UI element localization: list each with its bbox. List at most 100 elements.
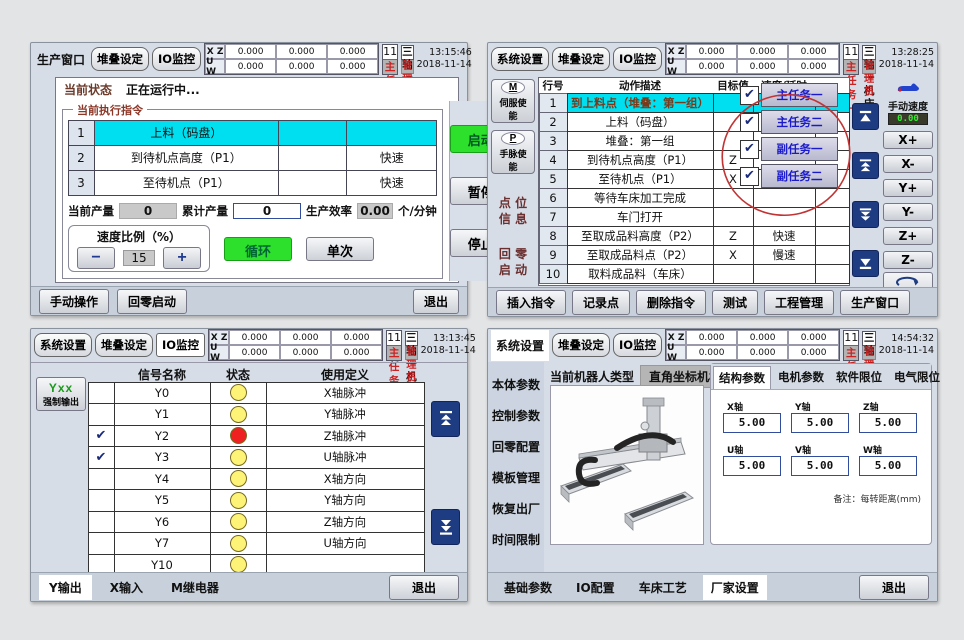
stack-settings-button[interactable]: 堆叠设定 [552,333,610,357]
z-axis-field[interactable]: 5.00 [859,413,917,433]
tab-structure-params[interactable]: 结构参数 [713,366,771,389]
task-option[interactable]: ✔ 主任务二 [740,109,838,135]
io-row[interactable]: ✔ Y3 U轴脉冲 [88,447,424,469]
exit-button[interactable]: 退出 [859,575,929,600]
checkbox-checked-icon[interactable]: ✔ [740,113,759,132]
test-button[interactable]: 测试 [712,290,758,315]
io-row[interactable]: ✔ Y2 Z轴脉冲 [88,425,424,447]
scroll-to-bottom-button[interactable] [852,250,879,277]
force-checkbox[interactable] [88,532,115,555]
home-start-button[interactable]: 回 零 启 动 [499,246,527,278]
force-output-button[interactable]: Yxx 强制输出 [36,377,86,411]
v-axis-field[interactable]: 5.00 [791,456,849,476]
speed-plus-button[interactable]: + [163,247,201,269]
handwheel-enable-button[interactable]: P 手脉使能 [491,130,535,174]
system-settings-button[interactable]: 系统设置 [34,333,92,357]
io-row[interactable]: Y7 U轴方向 [88,533,424,555]
force-checkbox[interactable] [88,468,115,491]
stack-settings-button[interactable]: 堆叠设定 [552,47,610,71]
task-indicator: 11 主任务一 [843,330,859,361]
delete-instruction-button[interactable]: 删除指令 [636,290,706,315]
page-down-button[interactable] [431,509,460,545]
page-up-button[interactable] [852,152,879,179]
project-manage-button[interactable]: 工程管理 [764,290,834,315]
command-row[interactable]: 3 至待机点（P1） 快速 [68,170,437,195]
tab-m-relay[interactable]: M继电器 [161,575,229,600]
jog-y-plus-button[interactable]: Y+ [883,179,933,197]
speed-minus-button[interactable]: − [77,247,115,269]
instruction-row[interactable]: 10取料成品料（车床） [539,264,849,283]
w-axis-field[interactable]: 5.00 [859,456,917,476]
io-row[interactable]: Y6 Z轴方向 [88,511,424,533]
instruction-row[interactable]: 8至取成品料高度（P2）Z快速 [539,226,849,245]
command-row[interactable]: 2 到待机点高度（P1） 快速 [68,145,437,170]
tab-x-input[interactable]: X输入 [100,575,153,600]
manual-operation-button[interactable]: 手动操作 [39,289,109,314]
jog-x-plus-button[interactable]: X+ [883,131,933,149]
checkbox-checked-icon[interactable]: ✔ [740,140,759,159]
u-axis-field[interactable]: 5.00 [723,456,781,476]
point-info-button[interactable]: 点 位 信 息 [499,195,527,227]
single-mode-button[interactable]: 单次 [306,237,374,261]
force-checkbox[interactable]: ✔ [88,446,115,469]
total-output-field[interactable]: 0 [233,203,301,219]
tab-electric-limit[interactable]: 电气限位 [889,366,945,389]
io-monitor-button[interactable]: IO监控 [152,47,201,71]
instruction-row[interactable]: 9至取成品料点（P2）X慢速 [539,245,849,264]
tab-basic-params[interactable]: 基础参数 [496,575,560,600]
system-settings-button[interactable]: 系统设置 [491,47,549,71]
io-monitor-button[interactable]: IO监控 [613,47,662,71]
exit-button[interactable]: 退出 [389,575,459,600]
io-row[interactable]: Y0 X轴脉冲 [88,382,424,404]
scroll-to-top-button[interactable] [852,103,879,130]
io-monitor-tab-active[interactable]: IO监控 [156,333,205,357]
exit-button[interactable]: 退出 [413,289,459,314]
jog-z-plus-button[interactable]: Z+ [883,227,933,245]
force-checkbox[interactable] [88,511,115,534]
menu-control-params[interactable]: 控制参数 [492,407,540,424]
force-checkbox[interactable]: ✔ [88,425,115,448]
task-option[interactable]: ✔ 主任务一 [740,82,838,108]
y-axis-field[interactable]: 5.00 [791,413,849,433]
record-point-button[interactable]: 记录点 [572,290,630,315]
efficiency-unit: 个/分钟 [398,203,437,219]
tab-lathe-process[interactable]: 车床工艺 [631,575,695,600]
io-row[interactable]: Y5 Y轴方向 [88,490,424,512]
menu-body-params[interactable]: 本体参数 [492,376,540,393]
servo-enable-button[interactable]: M 伺服使能 [491,79,535,123]
checkbox-checked-icon[interactable]: ✔ [740,86,759,105]
force-checkbox[interactable] [88,382,115,405]
io-row[interactable]: Y1 Y轴脉冲 [88,404,424,426]
tab-factory-settings[interactable]: 厂家设置 [703,575,767,600]
production-window-button[interactable]: 生产窗口 [840,290,910,315]
tab-io-config[interactable]: IO配置 [568,575,623,600]
jog-x-minus-button[interactable]: X- [883,155,933,173]
menu-template-manage[interactable]: 模板管理 [492,469,540,486]
task-option[interactable]: ✔ 副任务一 [740,136,838,162]
instruction-row[interactable]: 6等待车床加工完成 [539,188,849,207]
stack-settings-button[interactable]: 堆叠设定 [91,47,149,71]
force-checkbox[interactable] [88,489,115,512]
force-checkbox[interactable] [88,403,115,426]
menu-factory-reset[interactable]: 恢复出厂 [492,500,540,517]
checkbox-checked-icon[interactable]: ✔ [740,167,759,186]
insert-instruction-button[interactable]: 插入指令 [496,290,566,315]
loop-mode-button[interactable]: 循环 [224,237,292,261]
io-row[interactable]: Y4 X轴方向 [88,468,424,490]
page-up-button[interactable] [431,401,460,437]
jog-z-minus-button[interactable]: Z- [883,251,933,269]
jog-y-minus-button[interactable]: Y- [883,203,933,221]
home-start-button[interactable]: 回零启动 [117,289,187,314]
x-axis-field[interactable]: 5.00 [723,413,781,433]
menu-time-limit[interactable]: 时间限制 [492,531,540,548]
task-option[interactable]: ✔ 副任务二 [740,163,838,189]
tab-motor-params[interactable]: 电机参数 [773,366,829,389]
command-row[interactable]: 1 上料（码盘） [68,120,437,145]
tab-y-output[interactable]: Y输出 [39,575,92,600]
stack-settings-button[interactable]: 堆叠设定 [95,333,153,357]
menu-homing-config[interactable]: 回零配置 [492,438,540,455]
io-monitor-button[interactable]: IO监控 [613,333,662,357]
tab-soft-limit[interactable]: 软件限位 [831,366,887,389]
page-down-button[interactable] [852,201,879,228]
instruction-row[interactable]: 7车门打开 [539,207,849,226]
